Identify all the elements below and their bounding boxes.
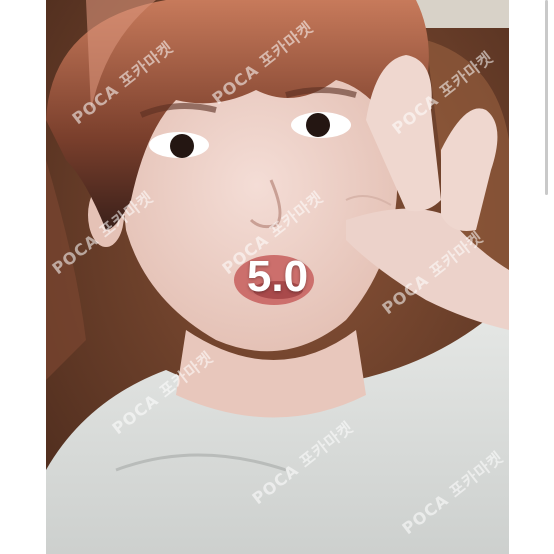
- right-margin: [509, 0, 554, 554]
- price-overlay-label: 5.0: [246, 252, 309, 301]
- scrollbar[interactable]: [545, 0, 548, 195]
- listing-photo[interactable]: POCA 포카마켓 POCA 포카마켓 POCA 포카마켓 POCA 포카마켓 …: [46, 0, 509, 554]
